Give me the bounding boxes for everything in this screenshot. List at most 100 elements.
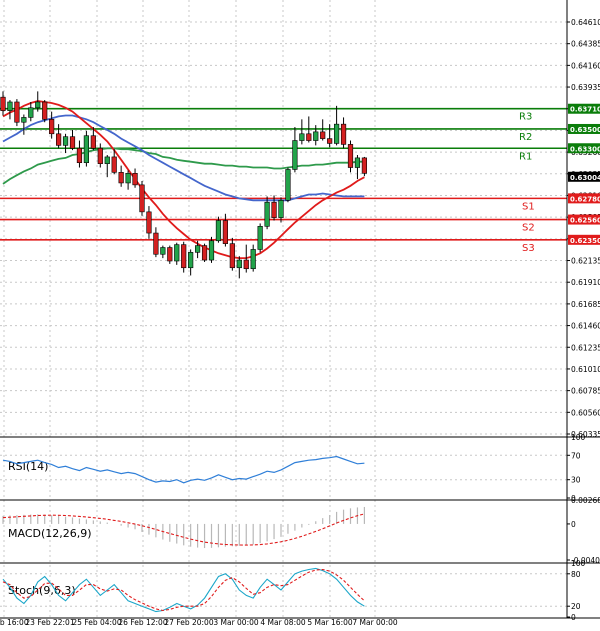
candle-body-up: [7, 101, 13, 111]
candle-body-down: [167, 247, 173, 262]
candle-body-up: [125, 173, 131, 184]
candle: [125, 170, 131, 190]
candle: [76, 140, 83, 168]
candle-body-down: [111, 156, 117, 173]
moving-average-line-1: [2, 147, 365, 185]
candle-body-up: [21, 117, 27, 123]
candle: [333, 105, 340, 146]
stoch-panel: Stoch(9,6,3): [0, 562, 600, 613]
candle-body-down: [146, 211, 152, 234]
time-tick-label: 23 Feb 22:01: [25, 618, 74, 627]
candle-body-down: [320, 131, 326, 139]
candle: [174, 242, 180, 265]
candle: [340, 117, 347, 149]
candle-body-down: [271, 201, 277, 218]
candle-body-up: [215, 220, 222, 242]
candle: [69, 129, 76, 151]
level-price-badge-text: 0.62780: [570, 195, 600, 203]
candle-body-up: [188, 252, 194, 269]
candle-body-up: [83, 135, 89, 164]
candle: [21, 114, 27, 135]
candle-body-down: [347, 144, 354, 168]
price-tick-label: 0.61910: [571, 278, 600, 287]
candle: [285, 167, 291, 203]
level-label-r1: R1: [519, 151, 532, 162]
candle: [257, 223, 263, 253]
candle: [28, 101, 34, 122]
candle-body-up: [62, 136, 69, 146]
rsi-line: [2, 455, 365, 484]
candle: [118, 165, 124, 187]
candle-body-up: [313, 131, 319, 141]
candle-body-up: [257, 226, 263, 250]
candle: [215, 216, 222, 243]
level-price-badge-text: 0.63710: [570, 106, 600, 114]
candle-body-down: [243, 259, 249, 270]
candle: [327, 124, 333, 148]
candle: [236, 256, 242, 279]
candle-body-up: [264, 201, 270, 227]
candle-body-down: [0, 96, 6, 111]
price-tick-label: 0.61235: [571, 343, 600, 352]
candle: [42, 100, 48, 123]
candle-body-up: [174, 244, 180, 262]
price-tick-label: 0.60560: [571, 408, 600, 417]
candle-body-up: [292, 140, 298, 170]
candle-body-up: [236, 259, 242, 269]
candle: [14, 99, 20, 127]
candle-body-down: [229, 243, 235, 269]
price-tick-label: 0.64160: [571, 61, 600, 70]
candle-body-up: [333, 123, 340, 144]
level-label-s2: S2: [522, 223, 535, 234]
candle-body-up: [35, 101, 41, 109]
candle-body-down: [327, 138, 333, 144]
candle: [181, 241, 187, 273]
candle: [7, 100, 13, 120]
price-tick-label: 0.63935: [571, 83, 600, 92]
candle: [292, 127, 298, 173]
candle: [354, 154, 361, 180]
candle: [229, 237, 235, 271]
candle: [313, 125, 319, 146]
rsi-panel: RSI(14): [0, 436, 600, 484]
candle-body-down: [306, 133, 312, 141]
candle: [278, 197, 284, 223]
candle-body-up: [299, 133, 305, 141]
candle-body-down: [69, 136, 76, 149]
candle: [146, 206, 152, 239]
time-tick-label: 26 Feb 12:00: [118, 618, 167, 627]
candle: [347, 140, 354, 173]
candle: [83, 130, 89, 167]
candle-body-down: [42, 101, 48, 120]
candle-body-down: [361, 157, 368, 174]
panel-tick-label: 100: [571, 433, 586, 442]
candle-body-down: [153, 232, 159, 255]
price-tick-label: 0.64610: [571, 18, 600, 27]
candle: [55, 124, 62, 149]
candle: [0, 91, 6, 116]
time-tick-label: 7 Mar 00:00: [352, 618, 398, 627]
candle: [250, 244, 256, 272]
candle-body-down: [49, 119, 55, 135]
candle: [97, 143, 103, 168]
time-tick-label: 25 Feb 04:00: [72, 618, 121, 627]
panel-tick-label: 80: [571, 570, 581, 579]
level-price-badge-text: 0.63500: [570, 126, 600, 134]
candle: [201, 243, 208, 262]
price-tick-label: 0.62135: [571, 257, 600, 266]
candle-body-down: [181, 244, 187, 269]
price-tick-label: 0.60785: [571, 387, 600, 396]
candle-body-up: [104, 156, 110, 164]
candle-body-down: [118, 172, 124, 184]
candle-body-down: [97, 147, 103, 164]
candle-body-up: [250, 249, 256, 270]
candle-body-up: [160, 247, 166, 255]
level-price-badge-text: 0.62350: [570, 237, 600, 245]
candle: [361, 156, 368, 177]
price-tick-label: 0.64385: [571, 40, 600, 49]
price-tick-label: 0.61010: [571, 365, 600, 374]
candle: [160, 245, 166, 259]
chart-area: R3 R2 R1 S1 S2 S3 RSI(14) MACD(12,26,9) Stoch…: [0, 0, 600, 627]
moving-average-line-3: [2, 100, 365, 260]
time-tick-label: 5 Mar 16:00: [307, 618, 353, 627]
